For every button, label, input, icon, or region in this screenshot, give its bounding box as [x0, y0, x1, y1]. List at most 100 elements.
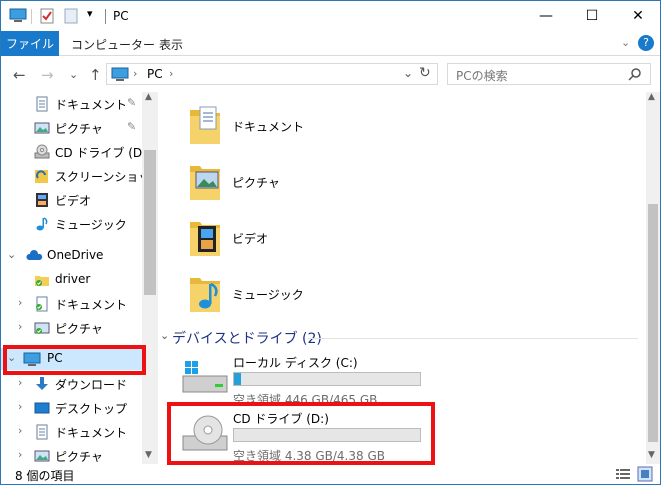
nav-item-onedrive-pictures[interactable]: › ピクチャ — [1, 317, 142, 339]
content-scrollbar[interactable]: ▲ ▼ — [646, 92, 660, 464]
nav-item-label: ピクチャ — [55, 122, 103, 136]
drive-usage-bar — [233, 372, 421, 386]
nav-item-music[interactable]: ミュージック — [1, 213, 142, 235]
address-row: ← → ⌄ ↑ › PC › ⌄ ↻ PCの検索 — [1, 57, 660, 92]
pin-icon[interactable]: ✎ — [127, 96, 136, 109]
ribbon-expand-icon[interactable]: ⌄ — [621, 36, 630, 49]
minimize-button[interactable]: — — [523, 1, 569, 31]
nav-item-onedrive-documents[interactable]: › ドキュメント — [1, 293, 142, 315]
scroll-up-icon[interactable]: ▲ — [145, 92, 152, 102]
close-icon: ✕ — [632, 8, 644, 24]
folder-videos[interactable]: ビデオ — [188, 214, 488, 264]
details-view-icon[interactable] — [615, 467, 631, 481]
folder-music[interactable]: ミュージック — [188, 270, 488, 320]
window-title: PC — [113, 9, 129, 23]
navigation-pane: ドキュメント ✎ ピクチャ ✎ CD ドライブ (D:) スクリーンショット ビ… — [1, 92, 158, 464]
tab-file[interactable]: ファイル — [1, 31, 59, 56]
help-icon[interactable]: ? — [638, 35, 654, 51]
folder-documents[interactable]: ドキュメント — [188, 102, 488, 152]
recent-locations-icon[interactable]: ⌄ — [69, 68, 78, 81]
scroll-down-icon[interactable]: ▼ — [145, 450, 152, 460]
pc-icon — [111, 67, 129, 81]
nav-scrollbar[interactable]: ▲ ▼ — [142, 92, 158, 464]
nav-item-label: デスクトップ — [55, 402, 128, 416]
chevron-down-icon[interactable]: ⌄ — [7, 248, 16, 261]
close-button[interactable]: ✕ — [615, 1, 661, 31]
explorer-window: ▾ PC — ☐ ✕ ファイル コンピューター 表示 ⌄ ? ← → ⌄ ↑ ›… — [0, 0, 661, 485]
desktop-icon — [34, 402, 50, 414]
tab-view[interactable]: 表示 — [159, 36, 183, 53]
cd-drive-icon — [34, 144, 50, 159]
nav-item-label: ピクチャ — [55, 450, 103, 464]
large-icons-view-icon[interactable] — [637, 466, 653, 482]
back-button[interactable]: ← — [13, 66, 26, 84]
properties-icon[interactable] — [39, 8, 55, 24]
quick-access-toolbar-dropdown-icon[interactable]: ▾ — [87, 7, 93, 20]
nav-item-pc-pictures[interactable]: › ピクチャ — [1, 445, 142, 464]
maximize-button[interactable]: ☐ — [569, 1, 615, 31]
tab-computer[interactable]: コンピューター — [71, 36, 155, 53]
drive-c[interactable]: ローカル ディスク (C:) 空き領域 446 GB/465 GB — [178, 354, 438, 407]
item-count: 8 個の項目 — [15, 469, 75, 483]
cloud-icon — [26, 250, 43, 260]
pictures-icon — [34, 450, 50, 462]
address-dropdown-icon[interactable]: ⌄ — [403, 66, 413, 80]
collapse-chevron-icon[interactable]: ⌄ — [160, 329, 169, 342]
chevron-right-icon[interactable]: › — [18, 320, 22, 333]
nav-item-cd-drive[interactable]: CD ドライブ (D:) — [1, 141, 151, 163]
nav-item-pc-documents[interactable]: › ドキュメント — [1, 421, 142, 443]
drive-name: ローカル ディスク (C:) — [233, 356, 358, 370]
nav-item-desktop[interactable]: › デスクトップ — [1, 397, 142, 419]
title-bar: ▾ PC — ☐ ✕ — [1, 1, 660, 31]
chevron-right-icon[interactable]: › — [18, 400, 22, 413]
up-button[interactable]: ↑ — [89, 66, 102, 84]
new-folder-icon[interactable] — [63, 8, 79, 24]
chevron-right-icon[interactable]: › — [18, 448, 22, 461]
pictures-synced-icon — [34, 322, 50, 334]
video-icon — [36, 193, 48, 207]
search-input[interactable]: PCの検索 — [447, 63, 651, 85]
breadcrumb-pc[interactable]: PC — [147, 67, 163, 81]
document-icon — [36, 96, 48, 112]
nav-item-downloads[interactable]: › ダウンロード — [1, 373, 142, 395]
address-bar[interactable]: › PC › ⌄ — [106, 63, 438, 85]
nav-item-pictures[interactable]: ピクチャ ✎ — [1, 117, 142, 139]
scroll-up-icon[interactable]: ▲ — [648, 92, 655, 102]
forward-button[interactable]: → — [41, 66, 54, 84]
folder-label: ドキュメント — [232, 120, 305, 134]
folder-label: ビデオ — [232, 232, 269, 246]
maximize-icon: ☐ — [585, 8, 599, 24]
highlight-cd-drive — [167, 402, 435, 465]
breadcrumb-chevron-icon[interactable]: › — [133, 67, 137, 80]
nav-item-onedrive[interactable]: ⌄ OneDrive — [1, 245, 142, 267]
nav-item-screenshots[interactable]: スクリーンショット — [1, 165, 158, 187]
folder-label: ミュージック — [232, 288, 304, 302]
content-scroll-thumb[interactable] — [648, 204, 658, 442]
nav-item-label: CD ドライブ (D:) — [55, 146, 151, 160]
nav-item-label: ビデオ — [55, 194, 92, 208]
nav-item-label: ピクチャ — [55, 322, 103, 336]
minimize-icon: — — [539, 8, 553, 24]
hard-drive-icon — [182, 361, 228, 393]
refresh-icon[interactable]: ↻ — [419, 65, 431, 81]
nav-item-videos[interactable]: ビデオ — [1, 189, 142, 211]
folder-pictures[interactable]: ピクチャ — [188, 158, 488, 208]
scroll-down-icon[interactable]: ▼ — [648, 450, 655, 460]
pictures-folder-icon — [190, 166, 220, 200]
drive-usage-fill — [234, 373, 242, 385]
pictures-icon — [34, 122, 50, 134]
nav-item-onedrive-driver[interactable]: driver — [1, 269, 142, 291]
search-icon[interactable] — [628, 67, 642, 81]
chevron-right-icon[interactable]: › — [18, 296, 22, 309]
pc-icon[interactable] — [9, 8, 27, 24]
highlight-pc — [3, 345, 146, 375]
chevron-right-icon[interactable]: › — [18, 376, 22, 389]
nav-item-documents[interactable]: ドキュメント ✎ — [1, 93, 142, 115]
ribbon-tabs: ファイル コンピューター 表示 ⌄ ? — [1, 31, 660, 56]
nav-scroll-thumb[interactable] — [144, 150, 156, 295]
breadcrumb-chevron-icon[interactable]: › — [169, 67, 173, 80]
documents-folder-icon — [190, 106, 220, 144]
chevron-right-icon[interactable]: › — [18, 424, 22, 437]
pin-icon[interactable]: ✎ — [127, 120, 136, 133]
section-header[interactable]: デバイスとドライブ (2) — [172, 328, 322, 348]
